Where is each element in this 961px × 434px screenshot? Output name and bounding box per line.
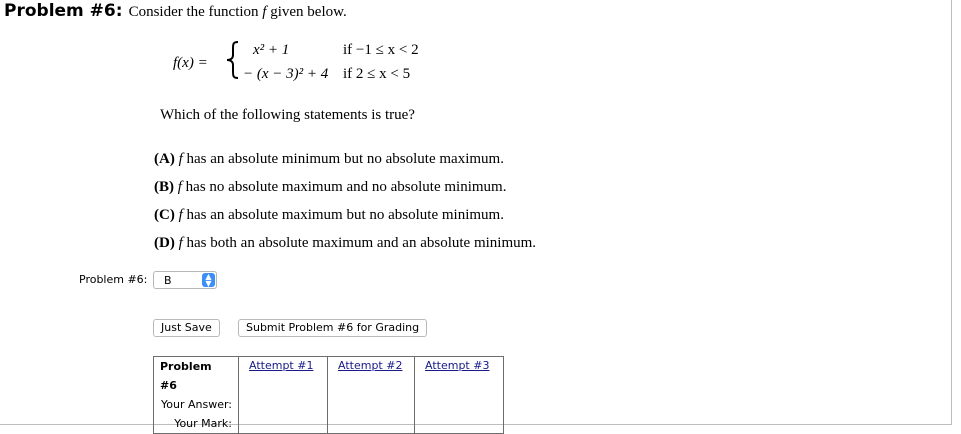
case-2-expr: − (x − 3)² + 4	[243, 66, 329, 82]
attempt-2-cell: Attempt #2	[327, 356, 415, 434]
problem-heading: Problem #6: Consider the function f given…	[4, 1, 347, 21]
choice-letter: (C)	[154, 207, 175, 223]
choice-d: (D) f has both an absolute maximum and a…	[154, 235, 536, 252]
your-answer-label: Your Answer:	[160, 398, 232, 411]
choice-letter: (A)	[154, 151, 175, 167]
just-save-button[interactable]: Just Save	[153, 319, 220, 337]
case-2-condition: if 2 ≤ x < 5	[343, 66, 411, 82]
intro-text: Consider the function	[128, 4, 259, 20]
choice-var: f	[178, 151, 183, 167]
choice-text: has both an absolute maximum and an abso…	[186, 235, 537, 251]
choice-text: has no absolute maximum and no absolute …	[185, 179, 507, 195]
updown-chevron-icon: ▲ ▼	[202, 273, 215, 288]
attempt-1-link[interactable]: Attempt #1	[239, 357, 327, 372]
function-lhs: f(x) =	[173, 55, 208, 71]
choice-text: has an absolute minimum but no absolute …	[186, 151, 504, 167]
choice-b: (B) f has no absolute maximum and no abs…	[154, 179, 506, 196]
attempts-label-column: Problem #6 Your Answer: Your Mark:	[153, 356, 239, 434]
your-mark-label: Your Mark:	[174, 417, 232, 430]
answer-label: Problem #6:	[79, 273, 148, 286]
attempt-3-cell: Attempt #3	[414, 356, 504, 434]
question-text: Which of the following statements is tru…	[160, 107, 415, 123]
attempts-table-header: Problem #6	[160, 360, 212, 392]
answer-select[interactable]: B ▲ ▼	[153, 271, 217, 289]
choice-var: f	[178, 207, 183, 223]
attempts-table: Problem #6 Your Answer: Your Mark: Attem…	[153, 356, 504, 434]
choice-c: (C) f has an absolute maximum but no abs…	[154, 207, 504, 224]
problem-number: Problem #6:	[4, 1, 123, 21]
intro-tail: given below.	[270, 4, 347, 20]
submit-grading-button[interactable]: Submit Problem #6 for Grading	[238, 319, 428, 337]
choice-a: (A) f has an absolute minimum but no abs…	[154, 151, 504, 168]
intro-var: f	[262, 4, 267, 20]
choice-var: f	[177, 179, 182, 195]
left-brace-icon	[226, 41, 239, 79]
answer-selected-value: B	[164, 274, 172, 287]
case-1-condition: if −1 ≤ x < 2	[343, 42, 419, 58]
choice-var: f	[178, 235, 183, 251]
attempt-2-link[interactable]: Attempt #2	[328, 357, 414, 372]
choice-letter: (D)	[154, 235, 175, 251]
attempt-1-cell: Attempt #1	[238, 356, 328, 434]
choice-letter: (B)	[154, 179, 174, 195]
case-1-expr: x² + 1	[253, 42, 290, 58]
attempt-3-link[interactable]: Attempt #3	[415, 357, 503, 372]
choice-text: has an absolute maximum but no absolute …	[186, 207, 504, 223]
